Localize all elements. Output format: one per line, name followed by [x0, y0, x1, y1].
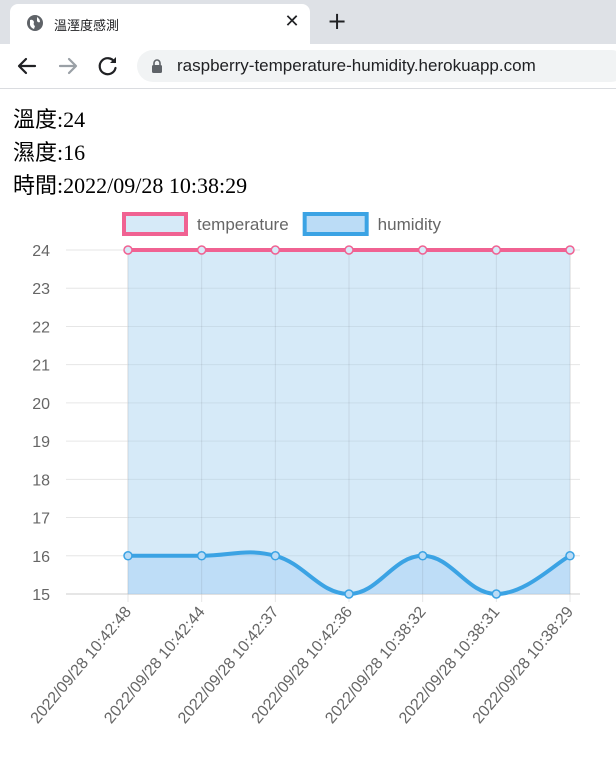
humidity-point — [417, 551, 428, 561]
temperature-reading: 溫度:24 — [13, 107, 86, 132]
reload-icon[interactable] — [96, 54, 120, 78]
globe-icon — [27, 15, 43, 31]
new-tab-button[interactable]: + — [326, 9, 348, 33]
temperature-point — [344, 245, 354, 255]
line-chart: 151617181920212223242022/09/28 10:42:482… — [28, 212, 580, 727]
y-tick-label: 19 — [32, 434, 50, 451]
y-tick-label: 17 — [32, 511, 50, 528]
legend-item-humidity: humidity — [302, 212, 442, 236]
humidity-point — [123, 551, 133, 561]
page-content: 溫度:24 濕度:16 時間:2022/09/28 10:38:29 15 16 1… — [0, 89, 616, 773]
legend-item-temperature: temperature — [122, 212, 289, 236]
readings-panel: 溫度:24 濕度:16 時間:2022/09/28 10:38:29 — [13, 103, 247, 202]
browser-toolbar: raspberry-temperature-humidity.herokuapp… — [0, 44, 616, 89]
forward-arrow-icon[interactable] — [56, 54, 80, 78]
y-tick-label: 22 — [32, 319, 50, 336]
y-tick-label: 18 — [32, 472, 50, 489]
humidity-label: 濕度 — [13, 140, 58, 165]
temperature-value: 24 — [63, 107, 86, 132]
humidity-point — [491, 589, 502, 599]
url-text[interactable]: raspberry-temperature-humidity.herokuapp… — [177, 56, 536, 76]
humidity-value: 16 — [63, 140, 86, 165]
y-tick-label: 21 — [32, 358, 50, 375]
y-tick-label: 16 — [32, 549, 50, 566]
tab-title: 溫溼度感測 — [54, 19, 120, 34]
y-tick-label: 20 — [32, 396, 50, 413]
back-arrow-icon[interactable] — [15, 54, 39, 78]
temperature-point — [565, 245, 575, 255]
time-value: 2022/09/28 10:38:29 — [63, 173, 248, 198]
y-tick-label: 23 — [32, 281, 50, 298]
humidity-point — [565, 551, 575, 561]
temperature-point — [417, 245, 428, 255]
time-reading: 時間:2022/09/28 10:38:29 — [13, 173, 248, 198]
legend-swatch-humidity — [302, 212, 369, 236]
temperature-point — [123, 245, 133, 255]
temperature-label: 溫度 — [13, 107, 58, 132]
legend-label-humidity: humidity — [378, 215, 442, 234]
address-bar[interactable]: raspberry-temperature-humidity.herokuapp… — [137, 50, 616, 82]
y-tick-label: 24 — [32, 243, 50, 260]
temperature-point — [491, 245, 502, 255]
temperature-point — [196, 245, 207, 255]
legend-swatch-temperature — [122, 212, 188, 236]
humidity-point — [344, 589, 354, 599]
time-label: 時間 — [13, 173, 58, 198]
browser-tab[interactable]: 溫溼度感測 ✕ — [10, 4, 310, 44]
y-tick-label: 15 — [32, 587, 50, 604]
temperature-point — [270, 245, 281, 255]
humidity-reading: 濕度:16 — [13, 140, 86, 165]
lock-icon[interactable] — [151, 59, 163, 73]
close-tab-icon[interactable]: ✕ — [282, 12, 302, 32]
legend-label-temperature: temperature — [197, 215, 289, 234]
humidity-point — [196, 551, 207, 561]
tab-strip: 溫溼度感測 ✕ + — [0, 0, 616, 44]
humidity-point — [270, 551, 281, 561]
